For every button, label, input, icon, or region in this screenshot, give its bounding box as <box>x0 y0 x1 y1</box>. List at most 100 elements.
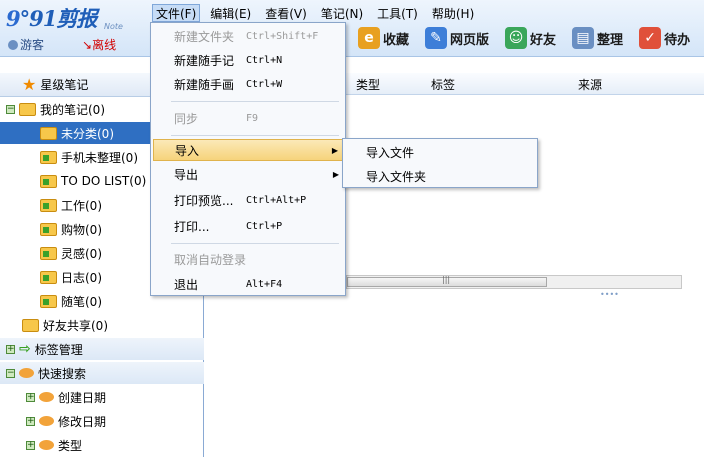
organize-label: 整理 <box>597 32 624 48</box>
status-text: 离线 <box>92 38 117 52</box>
folder-icon <box>40 150 57 164</box>
menu-file[interactable]: 文件(F) <box>152 4 201 22</box>
tree-item-journal[interactable]: 日志(0) <box>40 266 102 288</box>
tree-search-type[interactable]: + 类型 <box>26 434 82 456</box>
menu-item-shortcut: F9 <box>246 112 259 124</box>
quick-search-label: 快速搜索 <box>38 366 87 381</box>
shared-label: 好友共享(0) <box>43 318 108 333</box>
web-icon: ✎ <box>425 27 448 49</box>
tree-item-inspiration[interactable]: 灵感(0) <box>40 242 102 264</box>
column-tags[interactable]: 标签 <box>431 76 455 93</box>
menu-sync[interactable]: 同步 F9 <box>153 107 343 129</box>
tree-shared[interactable]: 好友共享(0) <box>22 314 108 336</box>
tree-item-label: 灵感(0) <box>61 246 102 261</box>
menu-new-note[interactable]: 新建随手记 Ctrl+N <box>153 49 343 71</box>
menu-export[interactable]: 导出 ▶ <box>153 163 343 185</box>
menu-item-label: 导出 <box>174 167 199 182</box>
organize-icon: ▤ <box>572 27 595 49</box>
tree-search-modified[interactable]: + 修改日期 <box>26 410 106 432</box>
search-icon <box>39 440 54 450</box>
friends-button[interactable]: ☺ 好友 <box>505 27 556 49</box>
arrow-icon: ⇨ <box>19 341 31 357</box>
menu-note[interactable]: 笔记(N) <box>317 4 367 22</box>
submenu-arrow-icon: ▶ <box>331 145 338 155</box>
menu-view[interactable]: 查看(V) <box>261 4 311 22</box>
column-source[interactable]: 来源 <box>578 76 602 93</box>
menu-new-folder[interactable]: 新建文件夹 Ctrl+Shift+F <box>153 25 343 47</box>
tree-quick-search[interactable]: − 快速搜索 <box>0 362 204 384</box>
horizontal-scrollbar[interactable] <box>346 275 682 289</box>
favorite-button[interactable]: e 收藏 <box>358 27 409 49</box>
expand-icon[interactable]: + <box>6 344 15 354</box>
column-type[interactable]: 类型 <box>356 76 380 93</box>
search-icon <box>19 368 34 378</box>
status-offline[interactable]: ↘离线 <box>82 36 116 53</box>
tree-search-created[interactable]: + 创建日期 <box>26 386 106 408</box>
menu-item-label: 取消自动登录 <box>174 252 247 267</box>
menu-separator <box>171 243 339 244</box>
menu-import-folder[interactable]: 导入文件夹 <box>366 168 426 185</box>
tree-item-shopping[interactable]: 购物(0) <box>40 218 102 240</box>
folder-icon <box>22 318 39 332</box>
menu-new-drawing[interactable]: 新建随手画 Ctrl+W <box>153 73 343 95</box>
folder-icon <box>40 198 57 212</box>
note-list-header: 类型 标签 来源 <box>346 73 704 95</box>
tree-item-work[interactable]: 工作(0) <box>40 194 102 216</box>
menu-item-shortcut: Ctrl+Alt+P <box>246 194 307 206</box>
menu-item-shortcut: Alt+F4 <box>246 278 283 290</box>
menu-exit[interactable]: 退出 Alt+F4 <box>153 273 343 295</box>
tree-item-label: 购物(0) <box>61 222 102 237</box>
todo-button[interactable]: ✓ 待办 <box>639 27 690 49</box>
menu-item-shortcut: Ctrl+P <box>246 220 283 232</box>
menu-item-shortcut: Ctrl+N <box>246 54 283 66</box>
favorite-label: 收藏 <box>383 32 410 48</box>
logo-text: 91剪报 <box>29 6 97 31</box>
organize-button[interactable]: ▤ 整理 <box>572 27 623 49</box>
menu-tools[interactable]: 工具(T) <box>373 4 422 22</box>
tree-item-label: 工作(0) <box>61 198 102 213</box>
collapse-icon[interactable]: − <box>6 104 15 114</box>
folder-icon <box>19 102 36 116</box>
web-button[interactable]: ✎ 网页版 <box>425 27 489 49</box>
tree-item-essay[interactable]: 随笔(0) <box>40 290 102 312</box>
tree-item-label: 手机未整理(0) <box>61 150 138 165</box>
submenu-arrow-icon: ▶ <box>332 169 339 179</box>
user-name: 游客 <box>20 38 45 52</box>
menu-item-label: 新建随手画 <box>174 77 235 92</box>
favorite-icon: e <box>358 27 380 49</box>
collapse-icon[interactable]: − <box>6 368 15 378</box>
tree-tag-manage[interactable]: + ⇨ 标签管理 <box>0 338 204 360</box>
menu-edit[interactable]: 编辑(E) <box>206 4 255 22</box>
search-icon <box>39 416 54 426</box>
tree-item-label: 类型 <box>58 438 83 453</box>
menu-print-preview[interactable]: 打印预览... Ctrl+Alt+P <box>153 189 343 211</box>
star-icon: ★ <box>22 75 37 94</box>
menu-import-file[interactable]: 导入文件 <box>366 144 414 161</box>
starred-label: 星级笔记 <box>40 78 89 92</box>
scrollbar-thumb[interactable] <box>347 275 547 287</box>
folder-icon <box>40 126 57 140</box>
import-submenu: 导入文件 导入文件夹 <box>342 138 538 188</box>
menu-help[interactable]: 帮助(H) <box>428 4 478 22</box>
folder-icon <box>40 270 57 284</box>
menu-import[interactable]: 导入 ▶ <box>153 139 343 161</box>
expand-icon[interactable]: + <box>26 440 35 450</box>
toolbar: e 收藏 ✎ 网页版 ☺ 好友 ▤ 整理 ✓ 待办 <box>358 24 704 52</box>
tree-item-mobile[interactable]: 手机未整理(0) <box>40 146 138 168</box>
user-label[interactable]: 游客 <box>8 36 44 53</box>
expand-icon[interactable]: + <box>26 416 35 426</box>
todo-icon: ✓ <box>639 27 662 49</box>
app-header: 9°91剪报 Note 游客 ↘离线 文件(F) 编辑(E) 查看(V) 笔记(… <box>0 0 704 57</box>
menu-item-shortcut: Ctrl+Shift+F <box>246 30 319 42</box>
menu-print[interactable]: 打印... Ctrl+P <box>153 215 343 237</box>
expand-icon[interactable]: + <box>26 392 35 402</box>
search-icon <box>39 392 54 402</box>
folder-icon <box>40 222 57 236</box>
todo-label: 待办 <box>664 32 691 48</box>
menu-cancel-autologin[interactable]: 取消自动登录 <box>153 248 343 270</box>
menu-item-label: 同步 <box>174 111 199 126</box>
tree-item-label: 修改日期 <box>58 414 107 429</box>
app-logo: 9°91剪报 <box>6 6 97 31</box>
pane-splitter[interactable]: •••• <box>600 290 619 299</box>
tree-item-todo-list[interactable]: TO DO LIST(0) <box>40 170 146 192</box>
